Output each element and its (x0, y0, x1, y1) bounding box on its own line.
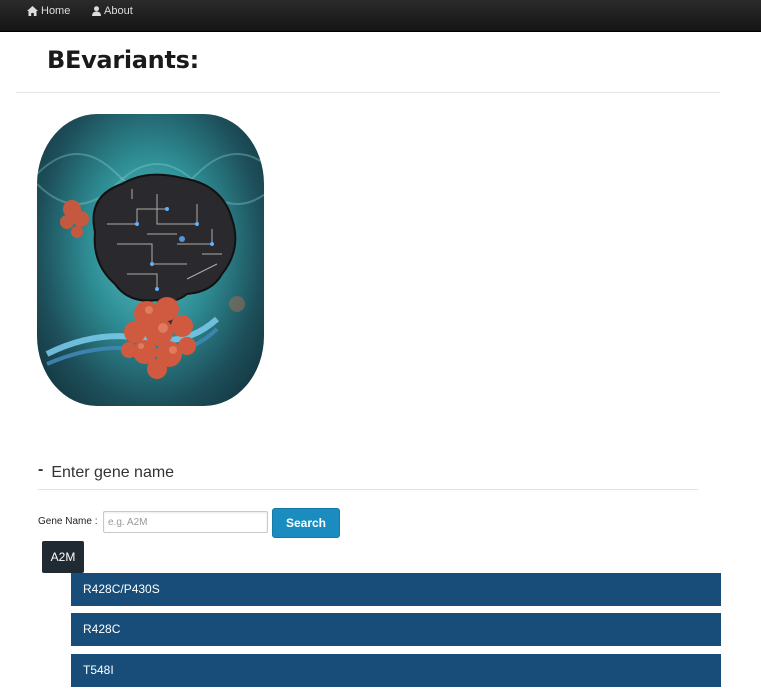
nav-home-link[interactable]: Home (27, 4, 70, 18)
header-divider (16, 92, 720, 93)
variant-item[interactable]: T548I (71, 654, 721, 687)
section-heading: - Enter gene name (38, 461, 175, 482)
home-icon (27, 6, 38, 16)
nav-about-link[interactable]: About (92, 4, 133, 18)
variant-item[interactable]: R428C/P430S (71, 573, 721, 606)
gene-name-label: Gene Name : (38, 516, 98, 527)
brain-dna-illustration (37, 153, 264, 379)
nav-about-label: About (104, 5, 133, 17)
section-divider (38, 489, 698, 490)
top-navbar: Home About (0, 0, 761, 32)
user-icon (92, 6, 101, 16)
section-title: Enter gene name (51, 464, 175, 481)
variant-item[interactable]: R428C (71, 613, 721, 646)
collapse-toggle[interactable]: - (38, 461, 43, 479)
gene-result-tag[interactable]: A2M (42, 541, 84, 573)
search-button[interactable]: Search (272, 508, 340, 538)
nav-home-label: Home (41, 5, 71, 17)
page-title: BEvariants: (47, 46, 199, 74)
hero-image (37, 114, 264, 406)
gene-name-input[interactable] (103, 511, 268, 533)
